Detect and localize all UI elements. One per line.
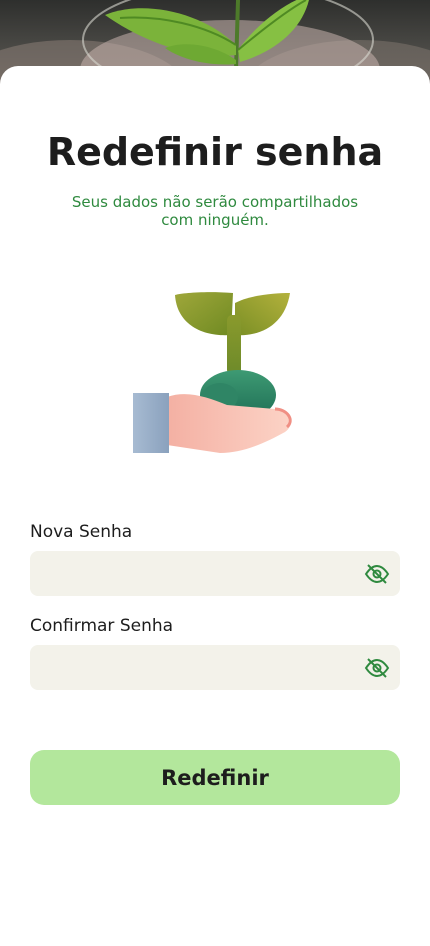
confirm-password-field-container bbox=[30, 645, 400, 690]
page-subtitle: Seus dados não serão compartilhados com … bbox=[71, 193, 359, 229]
confirm-password-label: Confirmar Senha bbox=[30, 616, 174, 636]
page-title: Redefinir senha bbox=[46, 130, 384, 174]
new-password-label: Nova Senha bbox=[30, 522, 133, 542]
confirm-password-input[interactable] bbox=[30, 645, 350, 690]
eye-off-icon[interactable] bbox=[364, 561, 390, 587]
new-password-input[interactable] bbox=[30, 551, 350, 596]
submit-button[interactable]: Redefinir bbox=[30, 750, 400, 805]
new-password-field-container bbox=[30, 551, 400, 596]
hand-holding-plant-icon bbox=[125, 285, 305, 460]
eye-off-icon[interactable] bbox=[364, 655, 390, 681]
